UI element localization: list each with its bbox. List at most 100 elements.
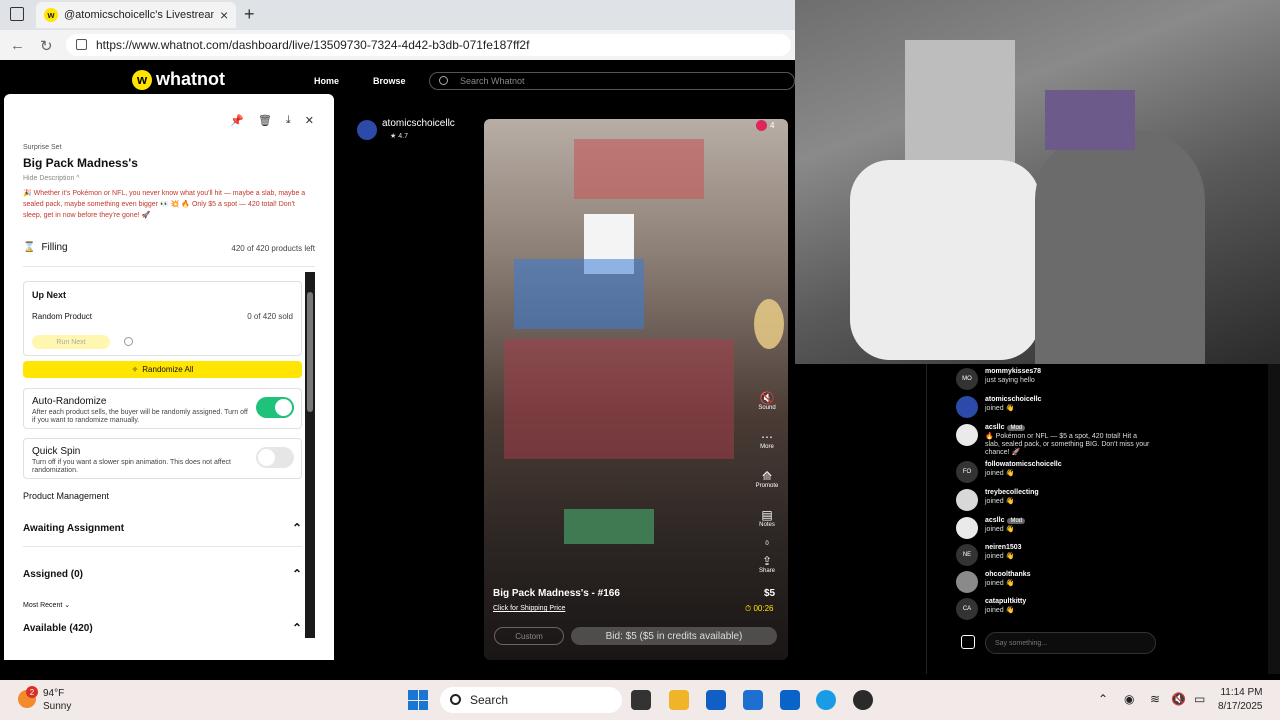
share-action[interactable]: ⇪ Share bbox=[752, 554, 782, 574]
browser-tab[interactable]: w @atomicschoicellc's Livestream o × bbox=[36, 2, 236, 28]
whatnot-header: w whatnot Home Browse Search Whatnot bbox=[4, 63, 795, 97]
store-icon[interactable] bbox=[706, 690, 726, 710]
whatnot-logo[interactable]: w whatnot bbox=[132, 69, 225, 90]
volume-icon[interactable]: 🔇 bbox=[1171, 692, 1186, 706]
search-input[interactable]: Search Whatnot bbox=[429, 72, 795, 90]
app-icon[interactable] bbox=[743, 690, 763, 710]
chevron-up-icon[interactable]: ⌃ bbox=[292, 621, 302, 635]
shipping-price-link[interactable]: Click for Shipping Price bbox=[493, 605, 565, 612]
custom-bid-button[interactable]: Custom bbox=[494, 627, 564, 645]
back-icon[interactable]: ← bbox=[10, 37, 25, 54]
weather-condition: Sunny bbox=[43, 701, 72, 712]
chat-username-text: acsllc bbox=[985, 424, 1005, 431]
auto-randomize-toggle[interactable] bbox=[256, 397, 294, 418]
reload-icon[interactable]: ↻ bbox=[40, 37, 53, 55]
quick-spin-toggle[interactable] bbox=[256, 447, 294, 468]
randomize-all-button[interactable]: ✧ Randomize All bbox=[23, 361, 302, 378]
auction-timer: ⏱ 00:26 bbox=[745, 604, 774, 614]
chat-username[interactable]: ohcoolthanks bbox=[985, 571, 1031, 578]
chat-username-text: acsllc bbox=[985, 517, 1005, 524]
sound-action[interactable]: 🔇 Sound bbox=[752, 391, 782, 411]
scrollbar-thumb[interactable] bbox=[307, 292, 313, 412]
file-explorer-icon[interactable] bbox=[669, 690, 689, 710]
awaiting-assignment-label: Awaiting Assignment bbox=[23, 523, 125, 534]
avatar[interactable] bbox=[956, 424, 978, 446]
host-name[interactable]: atomicschoicellc bbox=[382, 118, 455, 129]
nav-browse[interactable]: Browse bbox=[373, 76, 406, 86]
pin-icon[interactable]: 📌 bbox=[230, 114, 244, 127]
avatar[interactable] bbox=[956, 396, 978, 418]
panel-scrollbar[interactable] bbox=[305, 272, 315, 638]
close-icon[interactable]: ✕ bbox=[305, 114, 314, 127]
video-lamp bbox=[754, 299, 784, 349]
chat-username[interactable]: treybecollecting bbox=[985, 489, 1039, 496]
trash-icon[interactable]: 🗑 bbox=[258, 114, 272, 127]
product-description: 🎉 Whether it's Pokémon or NFL, you never… bbox=[23, 190, 306, 219]
avatar[interactable] bbox=[956, 517, 978, 539]
battery-icon[interactable]: ▭ bbox=[1194, 692, 1205, 706]
url-text: https://www.whatnot.com/dashboard/live/1… bbox=[96, 38, 530, 52]
chat-scrollbar[interactable] bbox=[1268, 364, 1280, 674]
outlook-icon[interactable] bbox=[780, 690, 800, 710]
webcam-shelf-item bbox=[1045, 90, 1135, 150]
avatar[interactable] bbox=[956, 489, 978, 511]
start-icon[interactable] bbox=[408, 690, 428, 710]
chevron-up-icon[interactable]: ⌃ bbox=[292, 567, 302, 581]
site-info-icon[interactable] bbox=[76, 39, 87, 50]
settings-icon[interactable] bbox=[124, 337, 133, 346]
task-view-icon[interactable] bbox=[631, 690, 651, 710]
more-action[interactable]: ⋯ More bbox=[752, 430, 782, 450]
chat-username[interactable]: neiren1503 bbox=[985, 544, 1022, 551]
host-avatar[interactable] bbox=[357, 120, 377, 140]
hide-description-link[interactable]: Hide Description ^ bbox=[23, 175, 80, 182]
url-field[interactable]: https://www.whatnot.com/dashboard/live/1… bbox=[66, 34, 791, 56]
up-next-card: Up Next Random Product 0 of 420 sold Run… bbox=[23, 281, 302, 356]
download-icon[interactable]: ⤓ bbox=[286, 114, 291, 127]
filling-label: Filling bbox=[41, 242, 68, 253]
chat-username[interactable]: atomicschoicellc bbox=[985, 396, 1041, 403]
show-hidden-icons[interactable]: ⌃ bbox=[1098, 692, 1108, 706]
new-tab-icon[interactable]: + bbox=[244, 4, 255, 25]
avatar[interactable]: MO bbox=[956, 368, 978, 390]
chat-username[interactable]: acsllc Mod bbox=[985, 517, 1026, 524]
network-status-icon[interactable]: ◉ bbox=[1124, 692, 1134, 706]
promote-action[interactable]: ⟰ Promote bbox=[752, 469, 782, 489]
notes-action[interactable]: ▤ Notes bbox=[752, 508, 782, 528]
obs-icon[interactable] bbox=[853, 690, 873, 710]
wifi-icon[interactable]: ≋ bbox=[1150, 692, 1160, 706]
window-menu-icon[interactable] bbox=[10, 7, 24, 21]
assigned-section[interactable]: Assigned (0) ⌃ bbox=[23, 567, 302, 581]
edge-icon[interactable] bbox=[816, 690, 836, 710]
avatar[interactable]: FO bbox=[956, 461, 978, 483]
system-clock[interactable]: 11:14 PM 8/17/2025 bbox=[1218, 686, 1263, 714]
avatar[interactable]: NE bbox=[956, 544, 978, 566]
chat-username[interactable]: acsllc Mod bbox=[985, 424, 1026, 431]
avatar[interactable] bbox=[956, 571, 978, 593]
hourglass-icon: ⌛ bbox=[23, 242, 36, 253]
taskbar-search[interactable]: Search bbox=[440, 687, 622, 713]
awaiting-assignment-section[interactable]: Awaiting Assignment ⌃ bbox=[23, 521, 302, 535]
sort-dropdown[interactable]: Most Recent ⌄ bbox=[23, 601, 70, 609]
video-singles-sign bbox=[564, 509, 654, 544]
chat-input[interactable]: Say something... bbox=[985, 632, 1156, 654]
viewers-icon bbox=[756, 120, 767, 131]
nav-home[interactable]: Home bbox=[314, 76, 339, 86]
notes-icon: ▤ bbox=[761, 508, 773, 522]
chat-command-icon[interactable] bbox=[961, 635, 975, 649]
timer-value: 00:26 bbox=[753, 604, 774, 613]
chat-username[interactable]: mommykisses78 bbox=[985, 368, 1041, 375]
mod-badge: Mod bbox=[1007, 425, 1026, 431]
chat-username[interactable]: followatomicschoicellc bbox=[985, 461, 1062, 468]
avatar[interactable]: CA bbox=[956, 598, 978, 620]
close-tab-icon[interactable]: × bbox=[220, 7, 228, 23]
available-label: Available (420) bbox=[23, 623, 93, 634]
available-section[interactable]: Available (420) ⌃ bbox=[23, 621, 302, 635]
run-next-button[interactable]: Run Next bbox=[32, 335, 110, 349]
bid-button[interactable]: Bid: $5 ($5 in credits available) bbox=[571, 627, 777, 645]
livestream-video[interactable] bbox=[484, 119, 788, 660]
chat-username[interactable]: catapultkitty bbox=[985, 598, 1026, 605]
host-rating: ★ 4.7 bbox=[390, 133, 408, 140]
chevron-up-icon[interactable]: ⌃ bbox=[292, 521, 302, 535]
chat-text: 🔥 Pokémon or NFL — $5 a spot, 420 total!… bbox=[985, 433, 1150, 456]
more-icon: ⋯ bbox=[761, 430, 773, 444]
